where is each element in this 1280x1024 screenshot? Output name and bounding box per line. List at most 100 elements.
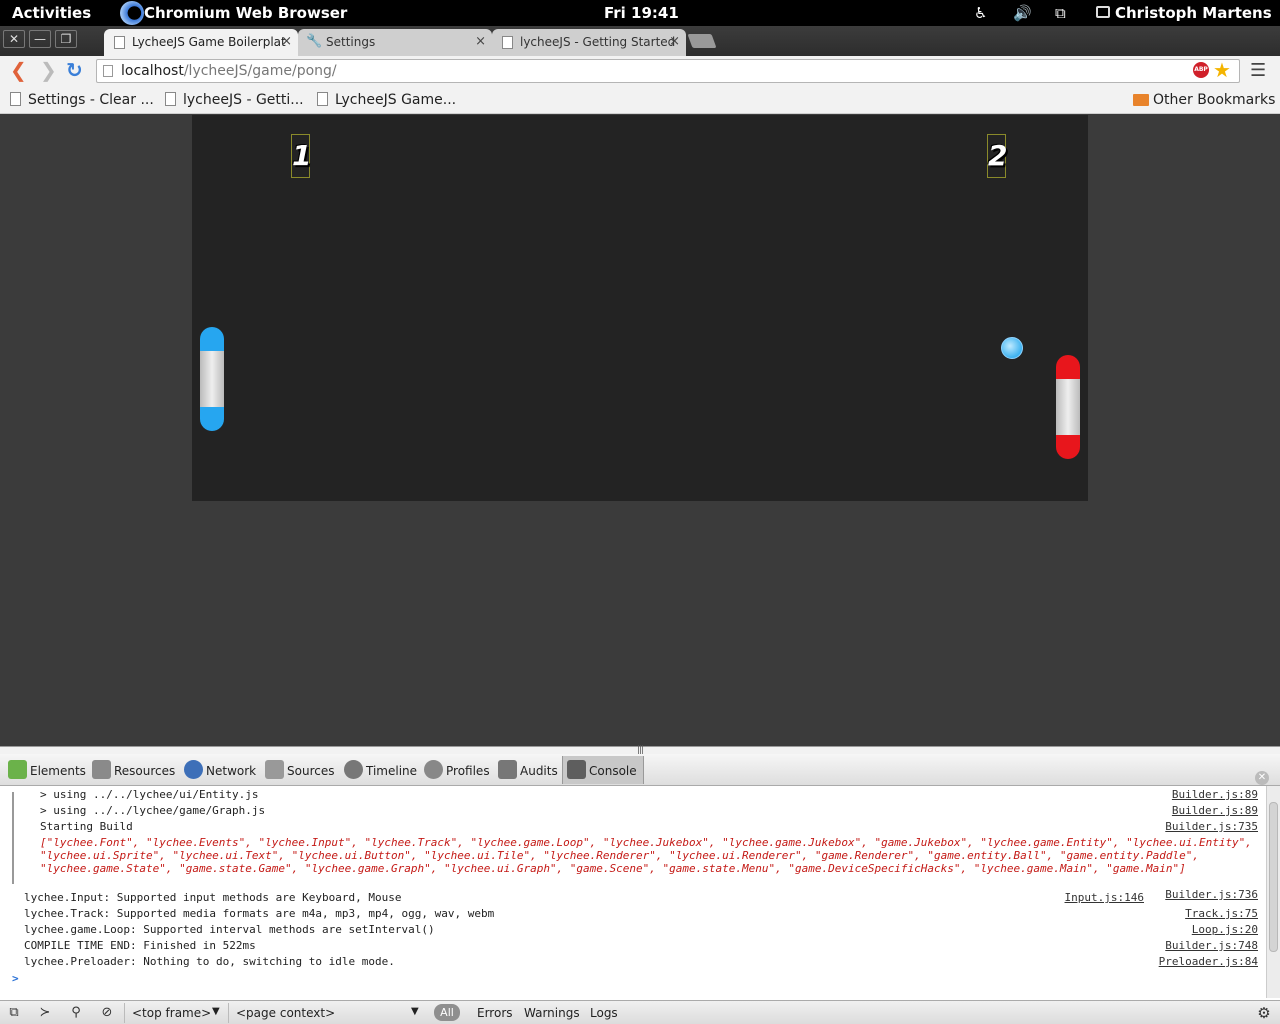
page-icon xyxy=(103,65,113,77)
tab-label: Network xyxy=(206,764,257,778)
clock[interactable]: Fri 19:41 xyxy=(604,4,679,22)
devtools-status-bar: ⧉ ≻ ⚲ ⊘ <top frame> ▼ <page context> ▼ A… xyxy=(0,1000,1280,1024)
console-source-link[interactable]: Builder.js:735 xyxy=(1165,820,1258,833)
bookmark-label: Settings - Clear ... xyxy=(28,92,154,108)
console-line: lychee.game.Loop: Supported interval met… xyxy=(24,923,435,936)
back-arrow-icon[interactable]: ❮ xyxy=(10,60,27,80)
paddle-body xyxy=(200,351,224,407)
clear-console-icon[interactable]: ⊘ xyxy=(99,1005,115,1021)
console-source-link[interactable]: Loop.js:20 xyxy=(1192,923,1258,936)
console-source-link[interactable]: Track.js:75 xyxy=(1185,907,1258,920)
tab-lycheejs-getting-started[interactable]: lycheeJS - Getting Started × xyxy=(492,29,686,56)
app-menu[interactable]: Chromium Web Browser xyxy=(144,4,347,22)
show-drawer-icon[interactable]: ≻ xyxy=(37,1005,53,1021)
console-source-link[interactable]: Preloader.js:84 xyxy=(1159,955,1258,968)
window-minimize-button[interactable]: — xyxy=(29,30,51,48)
devtools-panel: ||| Elements Resources Network Sources T… xyxy=(0,745,1280,1024)
left-paddle xyxy=(200,327,224,431)
console-line: lychee.Preloader: Nothing to do, switchi… xyxy=(24,955,395,968)
tab-audits[interactable]: Audits xyxy=(494,756,564,784)
console-source-link[interactable]: Builder.js:89 xyxy=(1172,804,1258,817)
dock-icon[interactable]: ⧉ xyxy=(6,1005,22,1021)
window-restore-button[interactable]: ❐ xyxy=(55,30,77,48)
filter-all-button[interactable]: All xyxy=(434,1004,460,1021)
tab-title: Settings xyxy=(326,35,376,49)
tab-network[interactable]: Network xyxy=(180,756,262,784)
chromium-logo-icon xyxy=(120,1,144,25)
forward-arrow-icon[interactable]: ❯ xyxy=(40,60,57,80)
console-scrollbar[interactable] xyxy=(1266,786,1280,998)
tab-resources[interactable]: Resources xyxy=(88,756,181,784)
tab-elements[interactable]: Elements xyxy=(4,756,92,784)
search-icon[interactable]: ⚲ xyxy=(68,1005,84,1021)
bookmark-item[interactable]: LycheeJS Game... xyxy=(315,92,456,108)
context-selector[interactable]: <page context> xyxy=(236,1006,335,1020)
tab-title: LycheeJS Game Boilerplat xyxy=(132,35,286,49)
tab-close-icon[interactable]: × xyxy=(475,34,486,49)
player-2-score: 2 xyxy=(987,134,1007,178)
tab-label: Elements xyxy=(30,764,86,778)
settings-gear-icon[interactable]: ⚙ xyxy=(1256,1005,1272,1021)
frame-selector[interactable]: <top frame> xyxy=(132,1006,211,1020)
tab-close-icon[interactable]: × xyxy=(281,34,292,49)
console-source-link[interactable]: Builder.js:89 xyxy=(1172,788,1258,801)
filter-warnings-button[interactable]: Warnings xyxy=(524,1006,580,1020)
console-group-bar xyxy=(12,792,14,884)
timeline-icon xyxy=(344,760,363,779)
accessibility-icon[interactable]: ♿ xyxy=(974,4,987,22)
devtools-resize-handle[interactable]: ||| xyxy=(0,745,1280,755)
divider xyxy=(124,1003,125,1023)
console-line: lychee.Track: Supported media formats ar… xyxy=(24,907,495,920)
resources-icon xyxy=(92,760,111,779)
console-prompt[interactable]: > xyxy=(12,972,19,985)
other-bookmarks[interactable]: Other Bookmarks xyxy=(1133,92,1275,108)
bookmark-label: lycheeJS - Getti... xyxy=(183,92,304,108)
console-line: > using ../../lychee/game/Graph.js xyxy=(40,804,266,817)
player-1-score: 1 xyxy=(291,134,311,178)
volume-icon[interactable]: 🔊 xyxy=(1013,4,1032,22)
chrome-menu-icon[interactable]: ☰ xyxy=(1250,60,1266,81)
scrollbar-thumb[interactable] xyxy=(1269,802,1278,952)
browser-toolbar: ❮ ❯ ↻ localhost/lycheeJS/game/pong/ xyxy=(0,56,1280,86)
console-line: Starting Build xyxy=(40,820,133,833)
adblock-icon[interactable]: ABP xyxy=(1193,62,1209,78)
console-line: COMPILE TIME END: Finished in 522ms xyxy=(24,939,256,952)
console-line: lychee.Input: Supported input methods ar… xyxy=(24,891,402,904)
gnome-top-bar: Activities Chromium Web Browser Fri 19:4… xyxy=(0,0,1280,26)
devtools-tabbar: Elements Resources Network Sources Timel… xyxy=(0,754,1280,786)
reload-icon[interactable]: ↻ xyxy=(66,60,83,80)
page-icon xyxy=(165,92,176,106)
bookmark-star-icon[interactable]: ★ xyxy=(1213,58,1231,82)
tab-console[interactable]: Console xyxy=(562,756,644,784)
console-output: > using ../../lychee/ui/Entity.js Builde… xyxy=(0,786,1266,998)
window-close-button[interactable]: ✕ xyxy=(3,30,25,48)
devtools-close-icon[interactable]: ✕ xyxy=(1255,771,1269,785)
page-icon xyxy=(114,36,125,49)
paddle-body xyxy=(1056,379,1080,435)
console-source-link[interactable]: Input.js:146 xyxy=(1065,891,1144,904)
console-source-link[interactable]: Builder.js:736 xyxy=(1165,888,1258,901)
other-bookmarks-label: Other Bookmarks xyxy=(1153,92,1276,108)
tab-lycheejs-boilerplate[interactable]: LycheeJS Game Boilerplat × xyxy=(104,29,298,56)
tab-timeline[interactable]: Timeline xyxy=(340,756,423,784)
activities-button[interactable]: Activities xyxy=(12,4,91,22)
bookmark-item[interactable]: Settings - Clear ... xyxy=(8,92,154,108)
url-path: /lycheeJS/game/pong/ xyxy=(183,63,337,79)
ball xyxy=(1001,337,1023,359)
console-array-output: ["lychee.Font", "lychee.Events", "lychee… xyxy=(40,836,1252,875)
console-source-link[interactable]: Builder.js:748 xyxy=(1165,939,1258,952)
user-menu[interactable]: Christoph Martens xyxy=(1115,4,1272,22)
pong-game-canvas[interactable]: 1 2 xyxy=(192,115,1088,501)
tab-profiles[interactable]: Profiles xyxy=(420,756,496,784)
tab-close-icon[interactable]: × xyxy=(669,34,680,49)
console-line: > using ../../lychee/ui/Entity.js xyxy=(40,788,259,801)
tab-sources[interactable]: Sources xyxy=(261,756,340,784)
tab-settings[interactable]: 🔧 Settings × xyxy=(298,29,492,56)
filter-errors-button[interactable]: Errors xyxy=(477,1006,513,1020)
filter-logs-button[interactable]: Logs xyxy=(590,1006,618,1020)
tab-label: Timeline xyxy=(366,764,418,778)
new-tab-button[interactable] xyxy=(687,34,717,48)
network-icon[interactable]: ⧉ xyxy=(1055,4,1066,22)
address-bar[interactable]: localhost/lycheeJS/game/pong/ xyxy=(96,59,1240,83)
bookmark-item[interactable]: lycheeJS - Getti... xyxy=(163,92,304,108)
